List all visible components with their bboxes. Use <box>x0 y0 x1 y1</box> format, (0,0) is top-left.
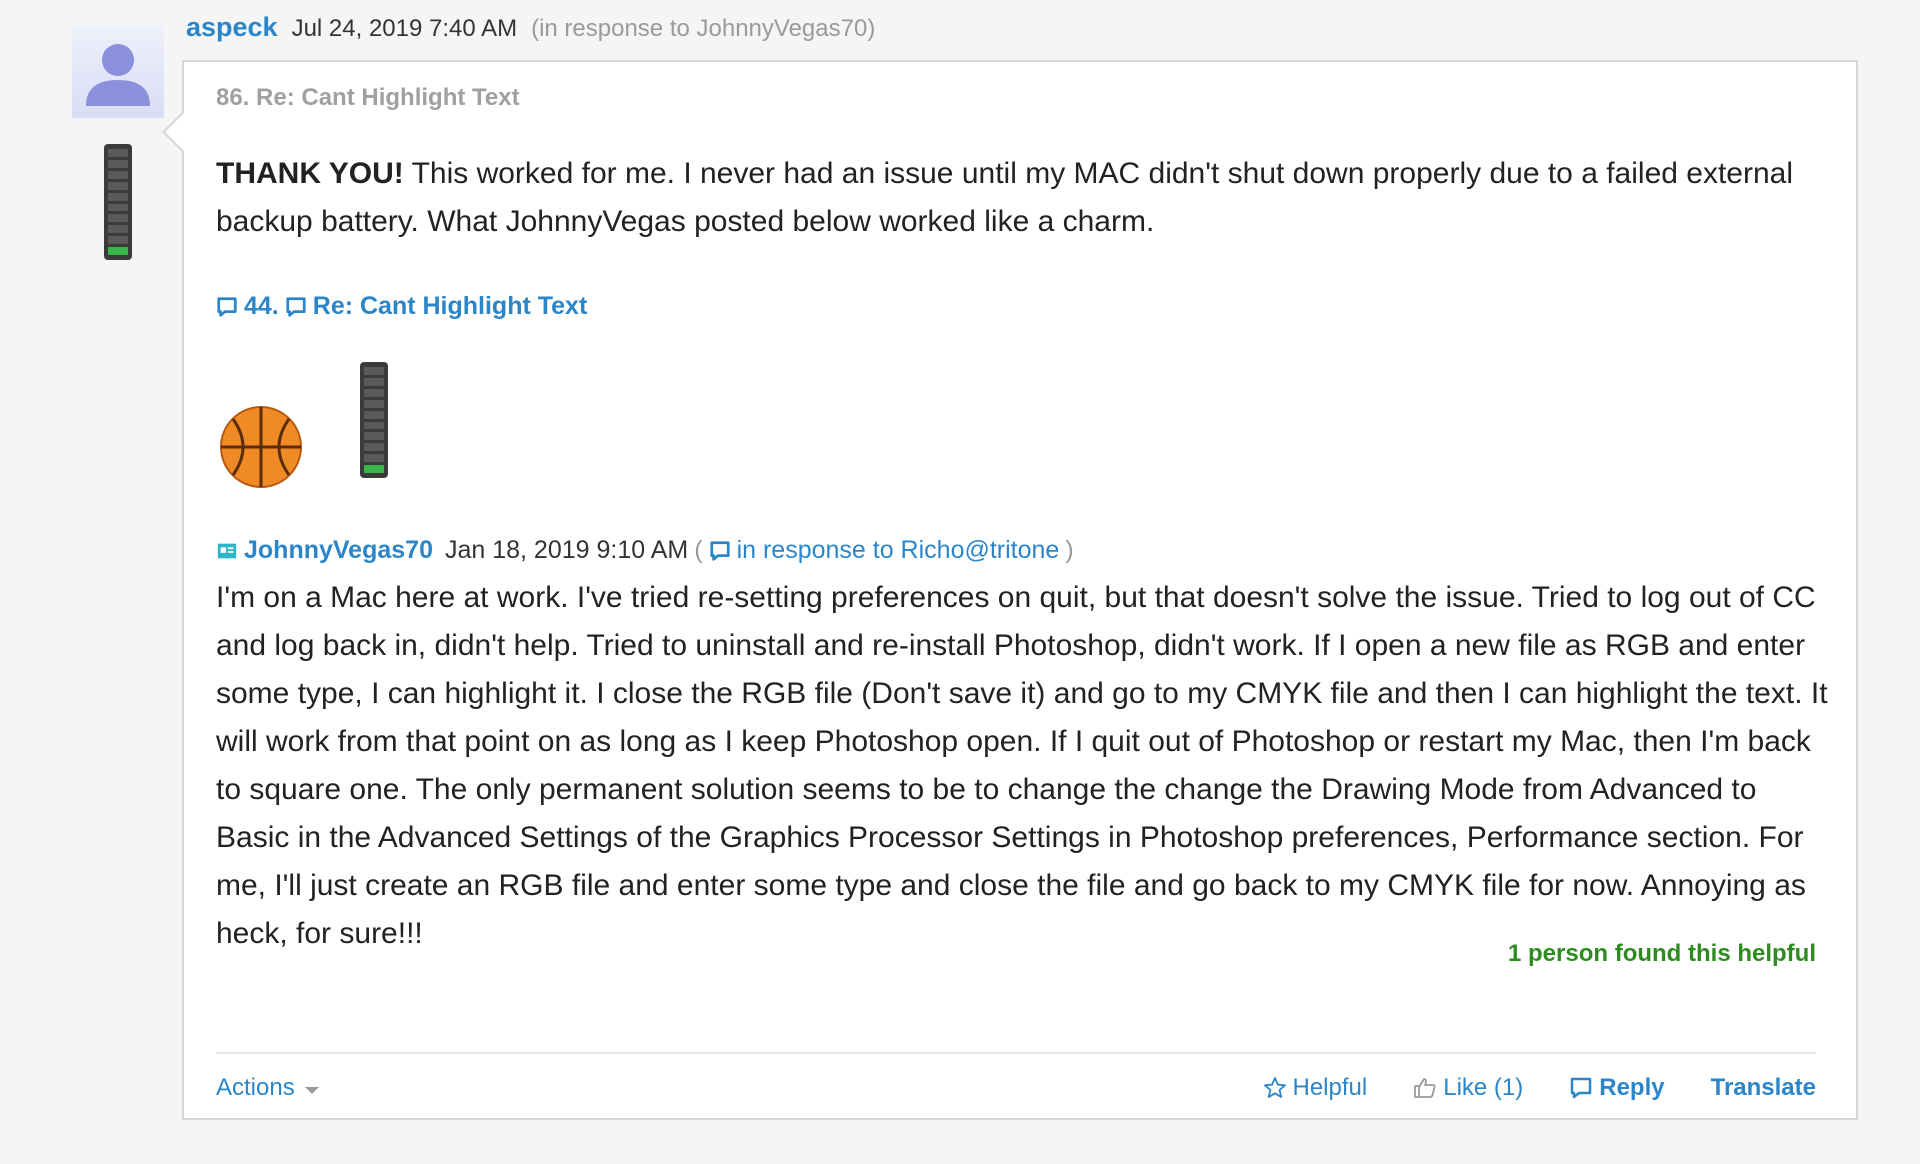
star-icon <box>1263 1077 1286 1098</box>
actions-bar: Actions Helpful Like (1) Reply Translate <box>216 1068 1816 1108</box>
avatar[interactable] <box>72 26 164 118</box>
actions-label: Actions <box>216 1074 295 1101</box>
post-body-text: This worked for me. I never had an issue… <box>216 157 1793 238</box>
reply-label: Reply <box>1599 1074 1665 1101</box>
quote-link[interactable]: 44. Re: Cant Highlight Text <box>216 292 587 321</box>
comment-bubble-icon <box>216 296 238 318</box>
profile-card-icon <box>216 540 238 562</box>
author-link[interactable]: aspeck <box>186 12 278 43</box>
paren-close: ) <box>1065 536 1074 564</box>
helpful-button[interactable]: Helpful <box>1263 1074 1368 1102</box>
like-label: Like (1) <box>1443 1074 1524 1101</box>
like-button[interactable]: Like (1) <box>1413 1074 1523 1102</box>
comment-bubble-icon <box>285 296 307 318</box>
comment-bubble-icon <box>709 540 731 562</box>
author-rank-meter-icon <box>104 144 132 260</box>
post-title[interactable]: 86. Re: Cant Highlight Text <box>216 84 520 112</box>
thumbs-up-icon <box>1414 1078 1436 1098</box>
quoted-header: JohnnyVegas70 Jan 18, 2019 9:10 AM ( in … <box>216 536 1074 565</box>
quoted-in-response-link[interactable]: in response to Richo@tritone <box>737 536 1060 565</box>
helpful-count: 1 person found this helpful <box>1508 940 1816 967</box>
basketball-icon <box>218 404 304 490</box>
quote-title[interactable]: Re: Cant Highlight Text <box>313 292 588 321</box>
quote-rank-meter-icon <box>360 362 388 478</box>
chevron-down-icon <box>304 1086 319 1094</box>
post-body: THANK YOU! This worked for me. I never h… <box>216 150 1816 246</box>
default-avatar-icon <box>86 44 150 106</box>
actions-menu-button[interactable]: Actions <box>216 1074 319 1102</box>
paren-open: ( <box>694 536 703 564</box>
reply-button[interactable]: Reply <box>1569 1074 1665 1102</box>
post-date: Jul 24, 2019 7:40 AM <box>291 15 518 42</box>
divider <box>216 1052 1816 1054</box>
quoted-date: Jan 18, 2019 9:10 AM <box>444 536 689 564</box>
in-response-text[interactable]: (in response to JohnnyVegas70) <box>531 15 875 43</box>
translate-button[interactable]: Translate <box>1711 1074 1816 1102</box>
post-header: aspeck Jul 24, 2019 7:40 AM (in response… <box>186 12 875 43</box>
helpful-label: Helpful <box>1292 1074 1368 1101</box>
reply-bubble-icon <box>1571 1077 1592 1099</box>
quoted-body: I'm on a Mac here at work. I've tried re… <box>216 581 1828 950</box>
quoted-author-link[interactable]: JohnnyVegas70 <box>244 536 433 565</box>
post-body-bold: THANK YOU! <box>216 157 404 190</box>
quote-number: 44. <box>244 292 279 320</box>
translate-label: Translate <box>1710 1074 1816 1101</box>
